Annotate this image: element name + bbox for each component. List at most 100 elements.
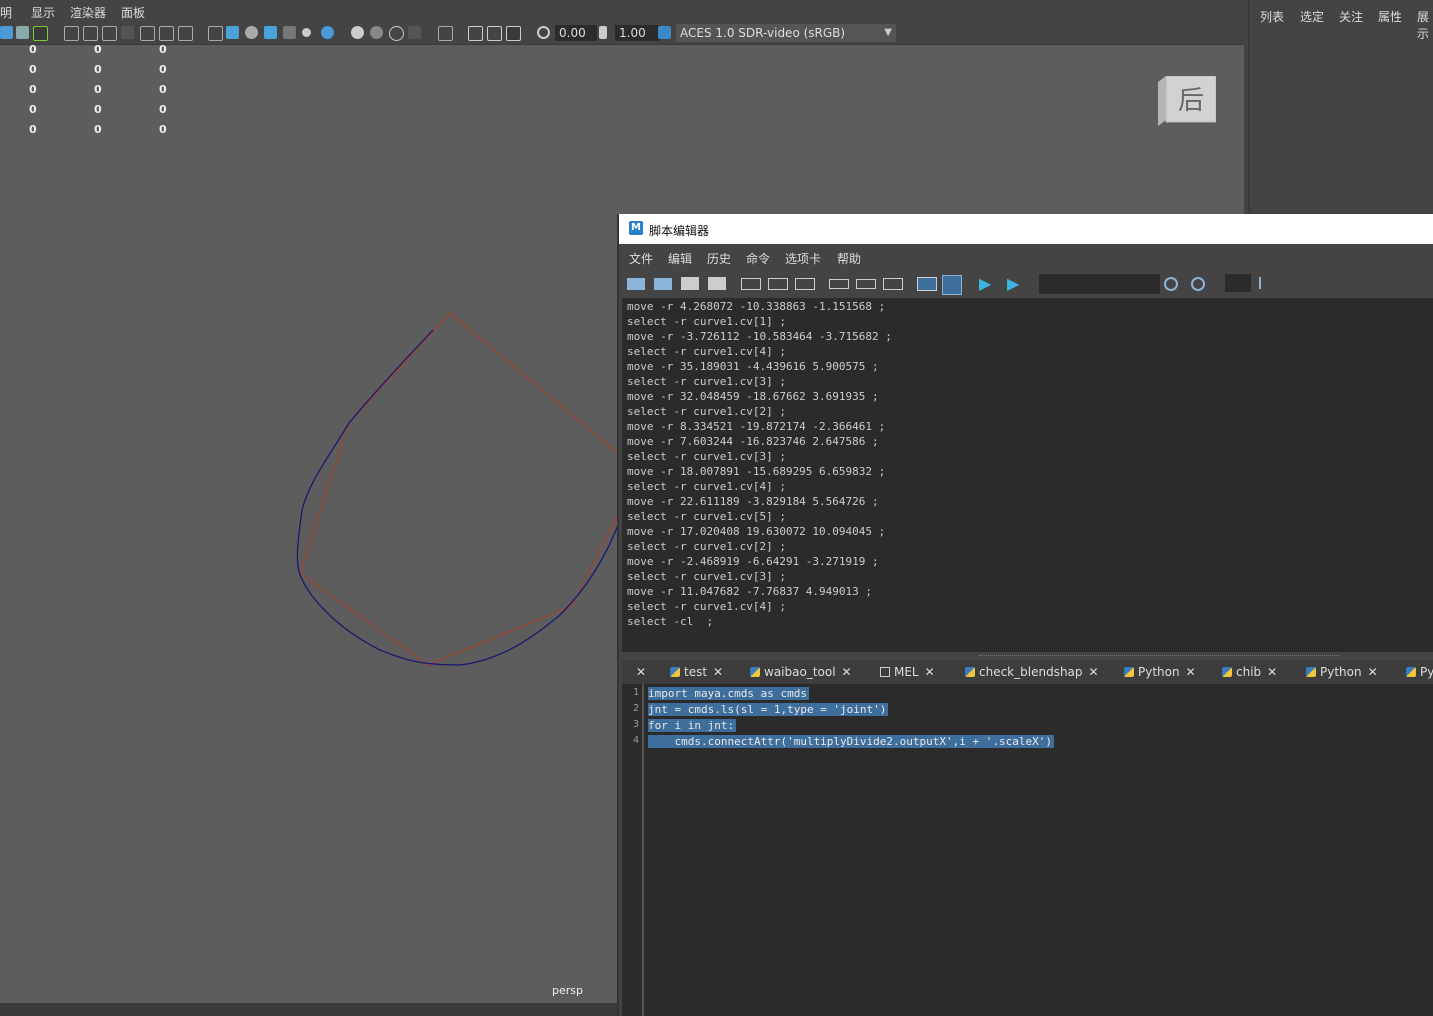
tab-label: MEL <box>894 665 919 679</box>
history-line: move -r 17.020408 19.630072 10.094045 ; <box>627 525 886 538</box>
color-management-icon[interactable] <box>658 26 671 39</box>
source-script-icon[interactable] <box>654 278 672 290</box>
nurbs-curve[interactable] <box>0 0 620 1003</box>
history-line: move -r 11.047682 -7.76837 4.949013 ; <box>627 585 873 598</box>
viewcube-side-face <box>1158 76 1166 126</box>
code-line[interactable]: jnt = cmds.ls(sl = 1,type = 'joint') <box>648 703 889 716</box>
search-input[interactable] <box>1039 274 1160 294</box>
curve-shape[interactable] <box>296 329 620 666</box>
code-line[interactable]: for i in jnt: <box>648 719 737 732</box>
script-tab[interactable]: MEL ✕ <box>880 660 935 684</box>
color-space-value: ACES 1.0 SDR-video (sRGB) <box>680 26 846 40</box>
history-line: select -cl ; <box>627 615 714 628</box>
close-icon[interactable]: ✕ <box>1089 665 1099 679</box>
history-line: move -r 35.189031 -4.439616 5.900575 ; <box>627 360 879 373</box>
script-tab[interactable]: waibao_tool ✕ <box>750 660 852 684</box>
search-backward-icon[interactable] <box>1191 277 1205 291</box>
mel-icon <box>880 667 890 677</box>
close-icon[interactable]: ✕ <box>925 665 935 679</box>
history-line: move -r 4.268072 -10.338863 -1.151568 ; <box>627 300 886 313</box>
gamma-field[interactable]: 1.00 <box>615 25 659 41</box>
script-editor-titlebar[interactable]: M 脚本编辑器 <box>619 214 1433 244</box>
line-number: 4 <box>632 735 639 746</box>
show-both-icon[interactable] <box>883 278 903 290</box>
script-editor-toolbar: ▶ ▶ <box>619 271 1433 297</box>
view-cube[interactable]: 后 <box>1158 76 1216 126</box>
goto-line-icon[interactable] <box>1259 277 1273 289</box>
history-line: move -r 8.334521 -19.872174 -2.366461 ; <box>627 420 886 433</box>
code-line[interactable]: cmds.connectAttr('multiplyDivide2.output… <box>648 735 1054 748</box>
history-line: select -r curve1.cv[3] ; <box>627 450 786 463</box>
history-line: move -r -2.468919 -6.64291 -3.271919 ; <box>627 555 879 568</box>
menu-history[interactable]: 历史 <box>707 250 731 267</box>
menu-list[interactable]: 列表 <box>1260 8 1284 25</box>
menu-help[interactable]: 帮助 <box>837 250 861 267</box>
pane-splitter[interactable] <box>619 652 1433 660</box>
script-tab[interactable]: check_blendshap ✕ <box>965 660 1099 684</box>
menu-tabs[interactable]: 选项卡 <box>785 250 821 267</box>
input-pane[interactable]: 1 2 3 4 import maya.cmds as cmds jnt = cmds.… <box>622 684 1433 1016</box>
open-script-icon[interactable] <box>627 278 645 290</box>
python-icon <box>670 667 680 677</box>
save-script-to-shelf-icon[interactable] <box>708 277 726 290</box>
maya-icon: M <box>629 221 643 235</box>
history-line: move -r 32.048459 -18.67662 3.691935 ; <box>627 390 879 403</box>
history-line: select -r curve1.cv[4] ; <box>627 480 786 493</box>
search-forward-icon[interactable] <box>1164 277 1178 291</box>
close-icon[interactable]: ✕ <box>1186 665 1196 679</box>
script-tabs: ✕ test ✕ waibao_tool ✕ MEL ✕ check_blendshap ✕ Py… <box>622 660 1433 684</box>
save-script-icon[interactable] <box>681 277 699 290</box>
menu-focus[interactable]: 关注 <box>1339 8 1363 25</box>
history-line: select -r curve1.cv[4] ; <box>627 345 786 358</box>
tab-label: Py <box>1420 665 1433 679</box>
history-line: select -r curve1.cv[4] ; <box>627 600 786 613</box>
script-tab[interactable]: test ✕ <box>670 660 723 684</box>
menu-file[interactable]: 文件 <box>629 250 653 267</box>
history-line: move -r -3.726112 -10.583464 -3.715682 ; <box>627 330 892 343</box>
line-number: 2 <box>632 703 639 714</box>
line-numbers-icon[interactable] <box>942 275 962 295</box>
menu-attributes[interactable]: 属性 <box>1378 8 1402 25</box>
chevron-down-icon: ▼ <box>884 27 892 38</box>
history-pane[interactable]: move -r 4.268072 -10.338863 -1.151568 ; s… <box>622 298 1433 652</box>
script-tab[interactable]: Python ✕ <box>1124 660 1196 684</box>
script-editor-menubar: 文件 编辑 历史 命令 选项卡 帮助 <box>619 247 1433 269</box>
menu-command[interactable]: 命令 <box>746 250 770 267</box>
python-icon <box>1124 667 1134 677</box>
close-icon[interactable]: ✕ <box>636 665 646 679</box>
line-number: 1 <box>632 687 639 698</box>
tab-label: test <box>684 665 708 679</box>
script-tab[interactable]: chib ✕ <box>1222 660 1277 684</box>
execute-selected-icon[interactable]: ▶ <box>979 275 997 293</box>
clear-input-icon[interactable] <box>768 278 788 290</box>
script-tab[interactable]: Py <box>1406 660 1433 684</box>
menu-selected[interactable]: 选定 <box>1300 8 1324 25</box>
script-editor-window[interactable]: M 脚本编辑器 文件 编辑 历史 命令 选项卡 帮助 ▶ ▶ move -r 4… <box>617 214 1433 1016</box>
show-history-icon[interactable] <box>829 279 849 289</box>
close-icon[interactable]: ✕ <box>842 665 852 679</box>
script-tab[interactable]: Python ✕ <box>1306 660 1378 684</box>
viewcube-face-label: 后 <box>1178 86 1204 116</box>
clear-history-icon[interactable] <box>741 278 761 290</box>
python-icon <box>1306 667 1316 677</box>
script-tab[interactable]: ✕ <box>630 660 646 684</box>
tab-label: check_blendshap <box>979 665 1083 679</box>
code-line[interactable]: import maya.cmds as cmds <box>648 687 809 700</box>
tab-label: Python <box>1138 665 1180 679</box>
color-space-dropdown[interactable]: ACES 1.0 SDR-video (sRGB) ▼ <box>676 24 896 42</box>
execute-all-icon[interactable]: ▶ <box>1007 275 1025 293</box>
timeline-strip <box>0 1003 620 1016</box>
clear-all-icon[interactable] <box>795 278 815 290</box>
close-icon[interactable]: ✕ <box>1267 665 1277 679</box>
menu-edit[interactable]: 编辑 <box>668 250 692 267</box>
tab-label: chib <box>1236 665 1262 679</box>
history-line: select -r curve1.cv[3] ; <box>627 375 786 388</box>
close-icon[interactable]: ✕ <box>1368 665 1378 679</box>
close-icon[interactable]: ✕ <box>713 665 723 679</box>
python-icon <box>965 667 975 677</box>
goto-line-field[interactable] <box>1225 274 1251 292</box>
echo-all-commands-icon[interactable] <box>917 277 937 291</box>
show-input-icon[interactable] <box>856 279 876 289</box>
tab-label: Python <box>1320 665 1362 679</box>
menu-show[interactable]: 展示 <box>1417 8 1433 42</box>
